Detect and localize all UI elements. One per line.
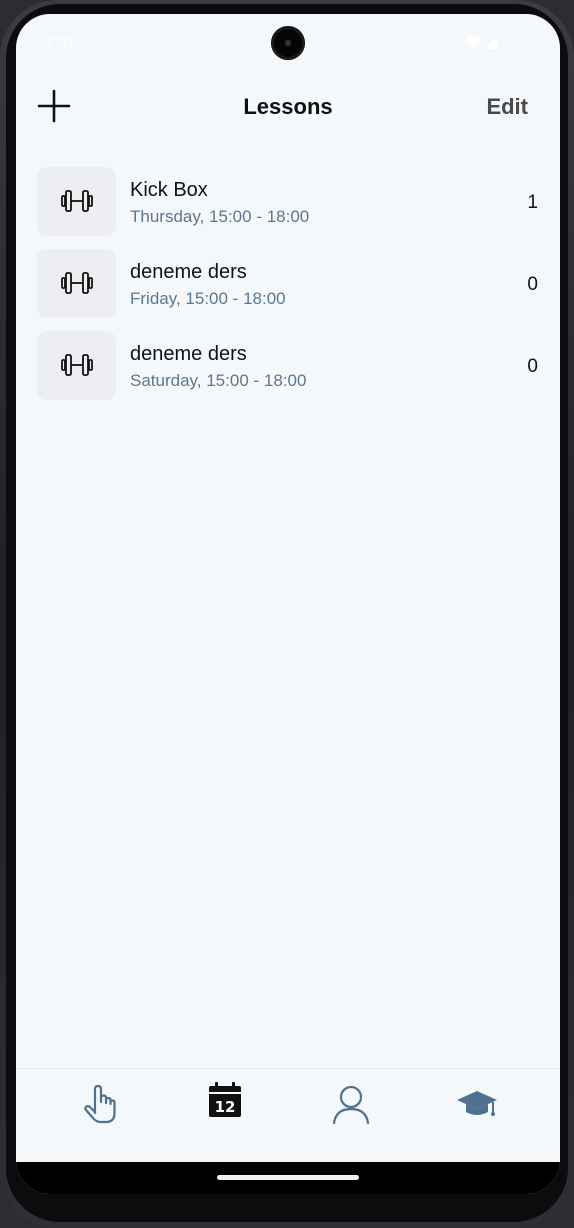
dumbbell-icon (61, 190, 93, 212)
calendar-day-label: 12 (215, 1098, 236, 1116)
nav-item-profile[interactable] (321, 1083, 381, 1143)
app-screen: 1:51 Lessons Edit Kick Box Thursday, 15:… (16, 14, 560, 1194)
edit-button[interactable]: Edit (486, 94, 528, 120)
graduation-cap-icon (457, 1091, 497, 1116)
wifi-icon (465, 36, 481, 49)
nav-item-activity[interactable] (69, 1083, 129, 1143)
lesson-item[interactable]: deneme ders Friday, 15:00 - 18:00 0 (16, 248, 560, 330)
lesson-schedule: Saturday, 15:00 - 18:00 (130, 371, 307, 390)
lesson-name: deneme ders (130, 261, 247, 283)
dumbbell-icon (61, 354, 93, 376)
lesson-name: Kick Box (130, 179, 208, 201)
nav-item-calendar[interactable]: 12 (195, 1081, 255, 1141)
page-title: Lessons (243, 94, 333, 119)
lesson-list: Kick Box Thursday, 15:00 - 18:00 1 denem… (16, 166, 560, 412)
lesson-name: deneme ders (130, 343, 247, 365)
lesson-item[interactable]: deneme ders Saturday, 15:00 - 18:00 0 (16, 330, 560, 412)
home-gesture-bar[interactable] (217, 1175, 359, 1180)
gesture-area (16, 1162, 560, 1194)
status-icons (464, 35, 504, 51)
status-bar: 1:51 (16, 14, 560, 70)
signal-icon (486, 37, 498, 49)
lesson-count: 1 (527, 192, 538, 213)
dumbbell-icon (61, 272, 93, 294)
lesson-schedule: Thursday, 15:00 - 18:00 (130, 207, 310, 226)
status-time: 1:51 (46, 34, 76, 51)
header: Lessons Edit (16, 84, 560, 132)
front-camera (271, 26, 305, 60)
lesson-item[interactable]: Kick Box Thursday, 15:00 - 18:00 1 (16, 166, 560, 248)
lesson-icon-box (37, 331, 116, 400)
lesson-icon-box (37, 249, 116, 318)
lesson-icon-box (37, 167, 116, 236)
user-icon (332, 1085, 370, 1125)
hand-pointer-icon (84, 1084, 116, 1124)
lesson-count: 0 (527, 356, 538, 377)
calendar-icon: 12 (209, 1082, 241, 1117)
lesson-schedule: Friday, 15:00 - 18:00 (130, 289, 286, 308)
nav-item-classes[interactable] (447, 1083, 507, 1143)
bottom-nav: 12 (16, 1068, 560, 1163)
lesson-count: 0 (527, 274, 538, 295)
